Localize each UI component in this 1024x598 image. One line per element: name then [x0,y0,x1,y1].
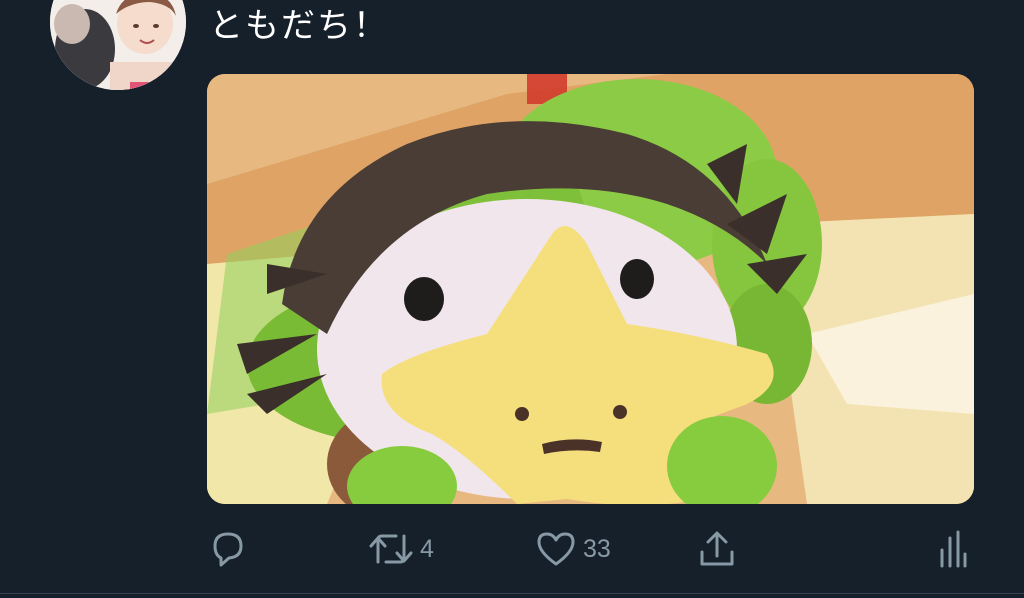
reply-button[interactable] [207,524,249,574]
analytics-button[interactable] [937,524,967,574]
reply-icon [213,532,243,567]
analytics-icon [940,530,967,568]
tweet-photo[interactable] [207,74,974,504]
heart-icon [537,532,575,566]
retweet-icon [369,534,413,564]
retweet-count: 4 [420,534,434,563]
tweet: ともだち！ 4 33 [0,0,1024,598]
share-button[interactable] [696,524,738,574]
tweet-actions: 4 33 [0,524,1024,574]
tweet-divider [0,593,1024,594]
like-button[interactable]: 33 [535,524,611,574]
like-count: 33 [583,534,611,563]
tweet-text: ともだち！ [209,6,389,46]
share-icon [700,531,734,566]
avatar[interactable] [50,0,186,90]
retweet-button[interactable]: 4 [368,524,434,574]
